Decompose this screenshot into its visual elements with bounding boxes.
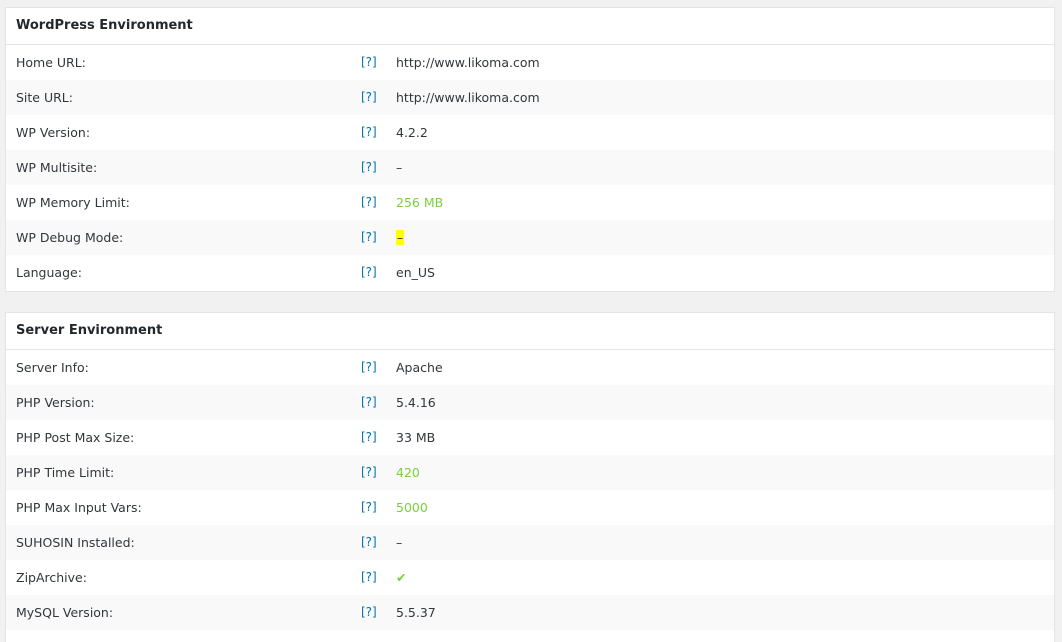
row-label: Server Info: bbox=[16, 360, 89, 375]
panel-title: Server Environment bbox=[6, 313, 1054, 350]
table-row-server-info: Server Info: [?] Apache bbox=[6, 350, 1054, 385]
help-link[interactable]: [?] bbox=[361, 220, 377, 255]
checkmark-icon: ✔ bbox=[396, 570, 407, 585]
help-link[interactable]: [?] bbox=[361, 455, 377, 490]
row-value: 33 MB bbox=[396, 430, 436, 445]
table-row-wp-multisite: WP Multisite: [?] – bbox=[6, 150, 1054, 185]
highlighted-value: – bbox=[396, 230, 405, 245]
row-label: Home URL: bbox=[16, 55, 86, 70]
row-value: 420 bbox=[396, 465, 420, 480]
help-link[interactable]: [?] bbox=[361, 350, 377, 385]
server-environment-panel: Server Environment Server Info: [?] Apac… bbox=[5, 312, 1055, 642]
row-label: WP Multisite: bbox=[16, 160, 98, 175]
row-label: WP Memory Limit: bbox=[16, 195, 130, 210]
row-label: SUHOSIN Installed: bbox=[16, 535, 135, 550]
help-link[interactable]: [?] bbox=[361, 420, 377, 455]
row-label: WP Debug Mode: bbox=[16, 230, 124, 245]
help-link[interactable]: [?] bbox=[361, 490, 377, 525]
help-link[interactable]: [?] bbox=[361, 525, 377, 560]
row-label: PHP Max Input Vars: bbox=[16, 500, 142, 515]
table-row-site-url: Site URL: [?] http://www.likoma.com bbox=[6, 80, 1054, 115]
row-label: PHP Time Limit: bbox=[16, 465, 115, 480]
wordpress-environment-panel: WordPress Environment Home URL: [?] http… bbox=[5, 7, 1055, 292]
table-row-wp-version: WP Version: [?] 4.2.2 bbox=[6, 115, 1054, 150]
table-row-php-post-max-size: PHP Post Max Size: [?] 33 MB bbox=[6, 420, 1054, 455]
help-link[interactable]: [?] bbox=[361, 45, 377, 80]
row-value: 256 MB bbox=[396, 195, 444, 210]
row-value: 5000 bbox=[396, 500, 428, 515]
row-value: 5.5.37 bbox=[396, 605, 436, 620]
table-row-home-url: Home URL: [?] http://www.likoma.com bbox=[6, 45, 1054, 80]
row-value: – bbox=[396, 160, 403, 175]
row-value: en_US bbox=[396, 265, 435, 280]
row-label: WP Version: bbox=[16, 125, 91, 140]
row-label: PHP Post Max Size: bbox=[16, 430, 135, 445]
row-value: 4.2.2 bbox=[396, 125, 428, 140]
row-value: 5.4.16 bbox=[396, 395, 436, 410]
table-row-mysql-version: MySQL Version: [?] 5.5.37 bbox=[6, 595, 1054, 630]
row-label: ZipArchive: bbox=[16, 570, 87, 585]
table-row-suhosin-installed: SUHOSIN Installed: [?] – bbox=[6, 525, 1054, 560]
table-row-php-time-limit: PHP Time Limit: [?] 420 bbox=[6, 455, 1054, 490]
row-value: http://www.likoma.com bbox=[396, 55, 540, 70]
row-value: – bbox=[396, 535, 403, 550]
help-link[interactable]: [?] bbox=[361, 255, 377, 290]
table-row-language: Language: [?] en_US bbox=[6, 255, 1054, 290]
row-value: http://www.likoma.com bbox=[396, 90, 540, 105]
row-value: – bbox=[396, 220, 405, 255]
panel-title: WordPress Environment bbox=[6, 8, 1054, 45]
table-row-wp-memory-limit: WP Memory Limit: [?] 256 MB bbox=[6, 185, 1054, 220]
row-label: MySQL Version: bbox=[16, 605, 114, 620]
help-link[interactable]: [?] bbox=[361, 385, 377, 420]
table-row-wp-debug-mode: WP Debug Mode: [?] – bbox=[6, 220, 1054, 255]
help-link[interactable]: [?] bbox=[361, 560, 377, 595]
row-value: Apache bbox=[396, 360, 443, 375]
table-row-php-max-input-vars: PHP Max Input Vars: [?] 5000 bbox=[6, 490, 1054, 525]
table-row-php-version: PHP Version: [?] 5.4.16 bbox=[6, 385, 1054, 420]
help-link[interactable]: [?] bbox=[361, 595, 377, 630]
row-label: Site URL: bbox=[16, 90, 73, 105]
table-row-ziparchive: ZipArchive: [?] ✔ bbox=[6, 560, 1054, 595]
help-link[interactable]: [?] bbox=[361, 185, 377, 220]
help-link[interactable]: [?] bbox=[361, 150, 377, 185]
row-label: Language: bbox=[16, 265, 82, 280]
help-link[interactable]: [?] bbox=[361, 80, 377, 115]
help-link[interactable]: [?] bbox=[361, 115, 377, 150]
row-label: PHP Version: bbox=[16, 395, 95, 410]
